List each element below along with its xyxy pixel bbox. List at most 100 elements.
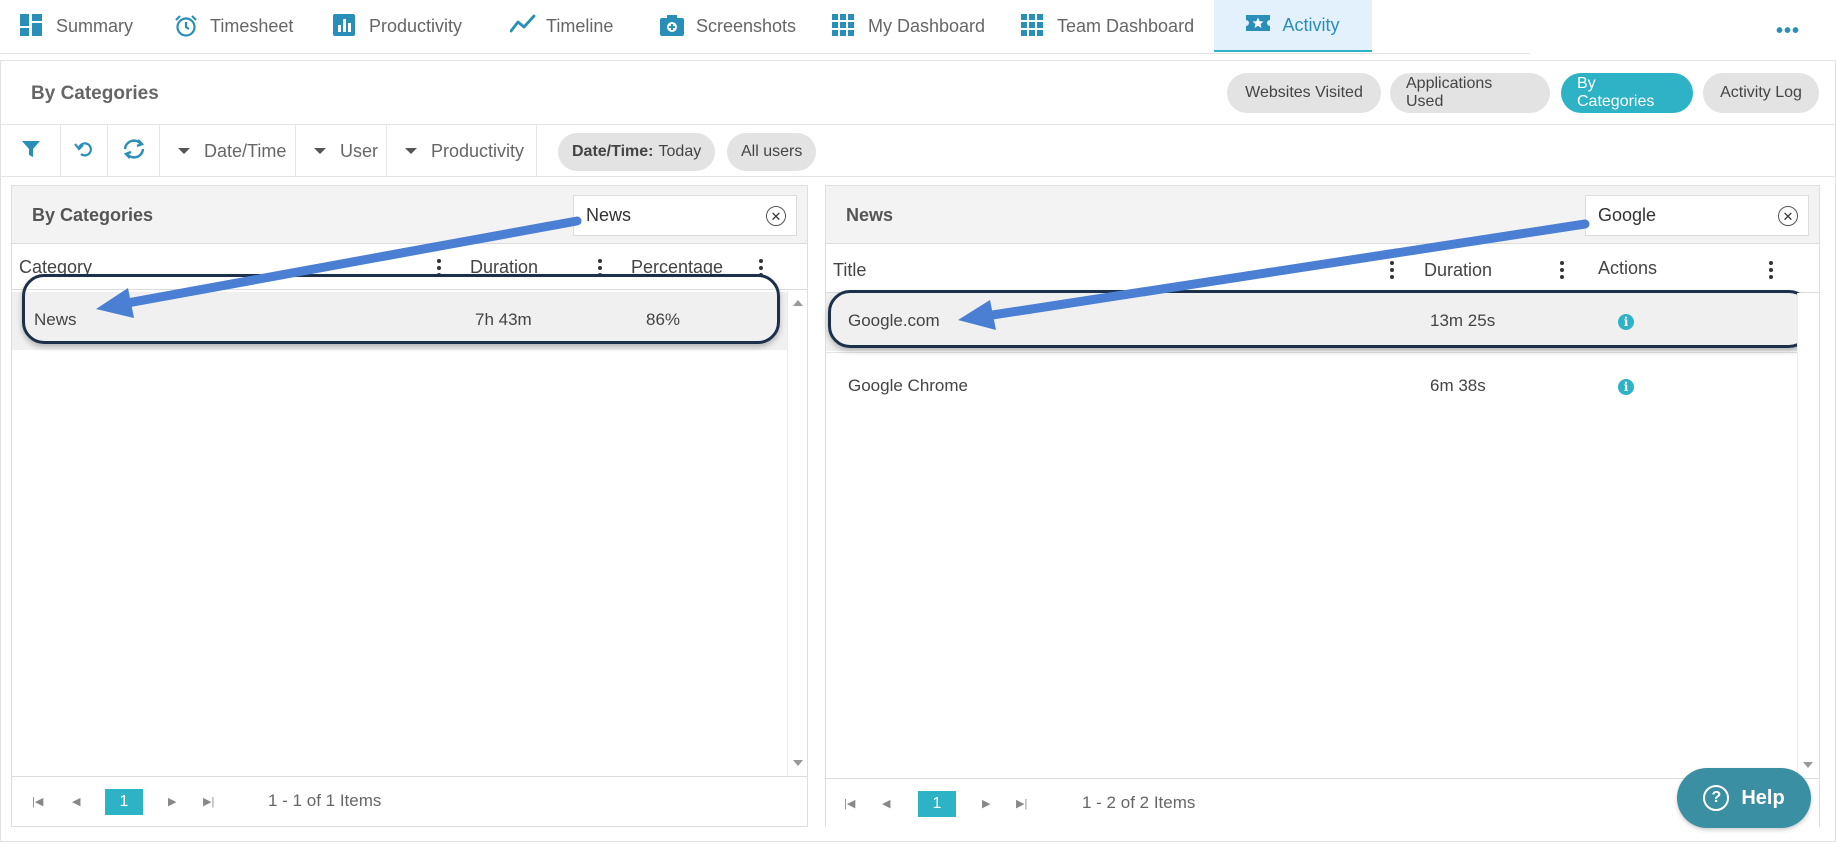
undo-icon — [74, 139, 94, 164]
tab-label: Screenshots — [696, 15, 797, 36]
clear-search-icon[interactable]: ✕ — [766, 206, 786, 226]
caret-down-icon — [314, 148, 326, 154]
cell-duration: 6m 38s — [1430, 376, 1486, 395]
tab-summary[interactable]: Summary — [20, 0, 133, 52]
first-page-icon[interactable]: |◀ — [844, 797, 855, 810]
table-row[interactable]: News 7h 43m 86% — [12, 292, 787, 350]
more-menu-icon[interactable]: ••• — [1776, 20, 1800, 43]
column-duration[interactable]: Duration — [470, 257, 538, 278]
page-1-button[interactable]: 1 — [918, 791, 956, 817]
question-circle-icon: ? — [1703, 785, 1730, 811]
prev-page-icon[interactable]: ◀ — [882, 797, 890, 810]
category-search-input[interactable] — [586, 196, 756, 235]
scroll-up-icon[interactable] — [793, 300, 803, 306]
page-1-button[interactable]: 1 — [105, 789, 143, 815]
summary-grid-icon — [20, 14, 44, 38]
caret-down-icon — [178, 148, 190, 154]
vertical-scrollbar[interactable] — [787, 290, 807, 776]
dropdown-label: Date/Time — [204, 140, 287, 161]
date-time-dropdown[interactable]: Date/Time — [160, 125, 296, 177]
chip-value: Today — [658, 143, 702, 160]
column-menu-icon[interactable] — [1390, 261, 1394, 281]
alarm-clock-icon — [174, 14, 198, 38]
funnel-icon — [21, 139, 41, 164]
view-activity-log-button[interactable]: Activity Log — [1703, 73, 1819, 113]
tab-my-dashboard[interactable]: My Dashboard — [832, 0, 985, 52]
vertical-scrollbar[interactable] — [1797, 293, 1817, 778]
card-title: By Categories — [32, 205, 154, 225]
caret-down-icon — [405, 148, 417, 154]
categories-card: By Categories ✕ Category Duration Percen… — [11, 185, 808, 827]
tab-screenshots[interactable]: Screenshots — [660, 0, 796, 52]
tab-timesheet[interactable]: Timesheet — [174, 0, 293, 52]
dashboard-grid-icon — [832, 14, 856, 38]
pager-info: 1 - 2 of 2 Items — [1082, 793, 1196, 812]
tab-activity[interactable]: Activity — [1214, 0, 1372, 52]
scroll-down-icon[interactable] — [793, 760, 803, 766]
column-menu-icon[interactable] — [598, 259, 602, 279]
dropdown-label: User — [340, 140, 379, 161]
info-icon[interactable]: i — [1618, 379, 1634, 395]
productivity-dropdown[interactable]: Productivity — [387, 125, 537, 177]
refresh-icon — [121, 138, 147, 165]
tab-label: My Dashboard — [868, 15, 986, 36]
next-page-icon[interactable]: ▶ — [168, 795, 176, 808]
column-percentage[interactable]: Percentage — [631, 257, 723, 278]
table-row[interactable]: Google Chrome 6m 38s i — [826, 353, 1797, 415]
help-button[interactable]: ? Help — [1677, 768, 1811, 828]
last-page-icon[interactable]: ▶| — [203, 795, 214, 808]
column-actions[interactable]: Actions — [1598, 258, 1657, 279]
card-header: By Categories ✕ — [12, 186, 807, 244]
dropdown-label: Productivity — [431, 140, 525, 161]
tab-label: Team Dashboard — [1057, 15, 1195, 36]
tab-productivity[interactable]: Productivity — [333, 0, 462, 52]
first-page-icon[interactable]: |◀ — [32, 795, 43, 808]
undo-button[interactable] — [61, 125, 108, 177]
tab-label: Productivity — [369, 15, 463, 36]
table-header: Title Duration Actions — [826, 246, 1819, 293]
main-panel: By Categories Websites Visited Applicati… — [0, 60, 1836, 842]
view-by-categories-button[interactable]: By Categories — [1561, 73, 1693, 113]
table-row[interactable]: Google.com 13m 25s i — [826, 293, 1797, 351]
cell-category: News — [34, 310, 77, 329]
filter-toolbar: Date/Time User Productivity Date/Time: T… — [1, 125, 1835, 177]
next-page-icon[interactable]: ▶ — [982, 797, 990, 810]
pagination: |◀ ◀ 1 ▶ ▶| 1 - 1 of 1 Items — [12, 776, 807, 826]
info-icon[interactable]: i — [1618, 314, 1634, 330]
column-menu-icon[interactable] — [437, 259, 441, 279]
view-applications-used-button[interactable]: Applications Used — [1390, 73, 1550, 113]
prev-page-icon[interactable]: ◀ — [72, 795, 80, 808]
tab-label: Summary — [56, 15, 134, 36]
scroll-down-icon[interactable] — [1803, 762, 1813, 768]
tab-team-dashboard[interactable]: Team Dashboard — [1021, 0, 1194, 52]
cell-duration: 7h 43m — [475, 310, 532, 329]
title-search: ✕ — [1585, 195, 1809, 236]
date-time-chip[interactable]: Date/Time: Today — [558, 133, 716, 171]
filter-button[interactable] — [1, 125, 61, 177]
help-label: Help — [1741, 786, 1785, 809]
column-menu-icon[interactable] — [1769, 261, 1773, 281]
line-chart-icon — [510, 14, 536, 38]
column-menu-icon[interactable] — [1560, 261, 1564, 281]
title-search-input[interactable] — [1598, 196, 1768, 235]
refresh-button[interactable] — [108, 125, 160, 177]
column-menu-icon[interactable] — [759, 259, 763, 279]
tab-label: Activity — [1282, 14, 1340, 35]
table-header: Category Duration Percentage — [12, 246, 807, 290]
pagination: |◀ ◀ 1 ▶ ▶| 1 - 2 of 2 Items — [826, 778, 1819, 828]
column-duration[interactable]: Duration — [1424, 260, 1492, 281]
view-websites-visited-button[interactable]: Websites Visited — [1227, 73, 1381, 113]
camera-icon — [660, 14, 684, 38]
card-header: News ✕ — [826, 186, 1819, 244]
column-title[interactable]: Title — [833, 260, 866, 281]
clear-search-icon[interactable]: ✕ — [1778, 206, 1798, 226]
last-page-icon[interactable]: ▶| — [1016, 797, 1027, 810]
cell-title: Google.com — [848, 311, 940, 330]
all-users-chip[interactable]: All users — [727, 133, 817, 171]
tab-timeline[interactable]: Timeline — [510, 0, 613, 52]
cell-title: Google Chrome — [848, 376, 969, 395]
column-category[interactable]: Category — [19, 257, 92, 278]
chip-key: Date/Time: — [572, 143, 654, 160]
pager-info: 1 - 1 of 1 Items — [268, 791, 382, 810]
user-dropdown[interactable]: User — [296, 125, 387, 177]
